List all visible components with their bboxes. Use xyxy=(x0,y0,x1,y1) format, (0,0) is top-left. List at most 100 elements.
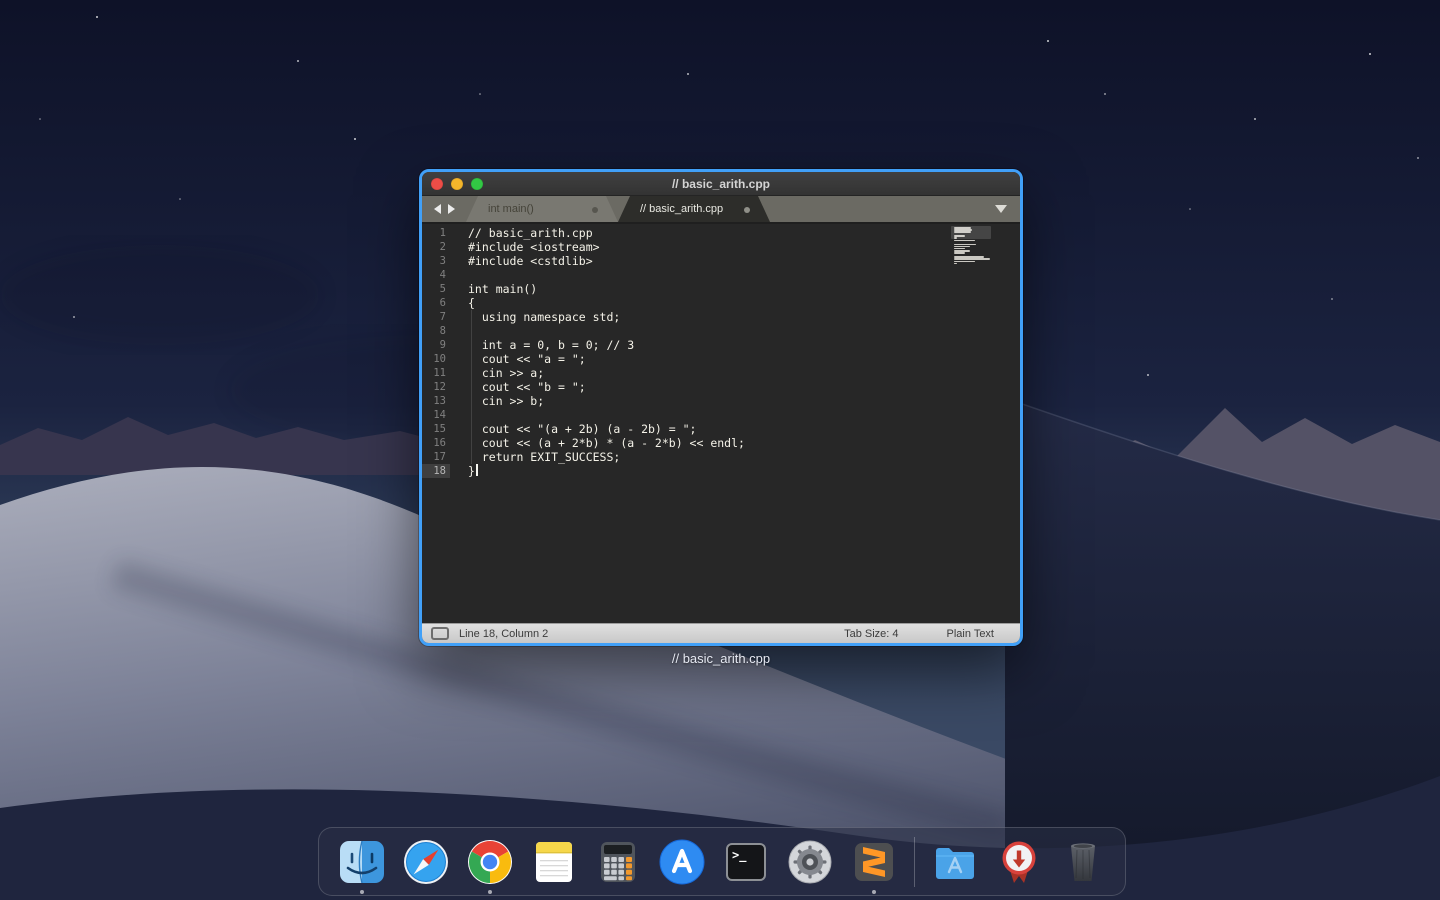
downloads-icon xyxy=(995,838,1043,886)
syntax-indicator[interactable]: Plain Text xyxy=(947,628,995,640)
code-line[interactable]: 11 cin >> a; xyxy=(422,366,1020,380)
desktop: // basic_arith.cpp int main() // basic_ar… xyxy=(0,0,1440,900)
line-number: 2 xyxy=(422,240,450,254)
terminal-icon: >_ xyxy=(722,838,770,886)
dock-item-calculator[interactable] xyxy=(594,838,642,886)
code-line[interactable]: 6{ xyxy=(422,296,1020,310)
code-text: #include <iostream> xyxy=(450,240,600,254)
running-indicator-dot xyxy=(360,890,364,894)
code-line[interactable]: 3#include <cstdlib> xyxy=(422,254,1020,268)
code-text: #include <cstdlib> xyxy=(450,254,593,268)
prev-tab-icon[interactable] xyxy=(434,204,441,214)
dock-item-safari[interactable] xyxy=(402,838,450,886)
line-number: 14 xyxy=(422,408,450,422)
chrome-icon xyxy=(466,838,514,886)
line-number: 5 xyxy=(422,282,450,296)
cursor-position: Line 18, Column 2 xyxy=(459,628,548,640)
sublime-window[interactable]: // basic_arith.cpp int main() // basic_ar… xyxy=(419,169,1023,646)
line-number: 8 xyxy=(422,324,450,338)
line-number: 9 xyxy=(422,338,450,352)
window-caption: // basic_arith.cpp xyxy=(419,651,1023,666)
next-tab-icon[interactable] xyxy=(448,204,455,214)
code-text: cin >> b; xyxy=(450,394,544,408)
code-text: { xyxy=(450,296,475,310)
panel-toggle-icon[interactable] xyxy=(431,627,449,640)
tab-bar: int main() // basic_arith.cpp xyxy=(422,196,1020,224)
code-line[interactable]: 9 int a = 0, b = 0; // 3 xyxy=(422,338,1020,352)
code-line[interactable]: 4 xyxy=(422,268,1020,282)
dock-item-trash[interactable] xyxy=(1059,838,1107,886)
line-number: 11 xyxy=(422,366,450,380)
dock-item-applications-folder[interactable] xyxy=(931,838,979,886)
code-line[interactable]: 17 return EXIT_SUCCESS; xyxy=(422,450,1020,464)
code-line[interactable]: 12 cout << "b = "; xyxy=(422,380,1020,394)
code-text: cout << (a + 2*b) * (a - 2*b) << endl; xyxy=(450,436,745,450)
minimap-line xyxy=(954,242,956,244)
code-line[interactable]: 15 cout << "(a + 2b) (a - 2b) = "; xyxy=(422,422,1020,436)
code-line[interactable]: 18} xyxy=(422,464,1020,478)
tab-label: // basic_arith.cpp xyxy=(640,203,723,215)
tab-modified-dot[interactable] xyxy=(744,207,750,213)
code-text: // basic_arith.cpp xyxy=(450,226,593,240)
code-text xyxy=(450,408,468,422)
title-bar[interactable]: // basic_arith.cpp xyxy=(422,172,1020,196)
minimap-line xyxy=(954,258,990,260)
tab-modified-dot[interactable] xyxy=(592,207,598,213)
code-line[interactable]: 5int main() xyxy=(422,282,1020,296)
dock: >_ xyxy=(318,827,1126,896)
dock-item-notes[interactable] xyxy=(530,838,578,886)
status-bar: Line 18, Column 2 Tab Size: 4 Plain Text xyxy=(422,623,1020,643)
dock-item-sublime-text[interactable] xyxy=(850,838,898,886)
code-text xyxy=(450,268,468,282)
code-text: int main() xyxy=(450,282,537,296)
dock-item-finder[interactable] xyxy=(338,838,386,886)
dock-item-system-preferences[interactable] xyxy=(786,838,834,886)
dock-item-chrome[interactable] xyxy=(466,838,514,886)
safari-icon xyxy=(402,838,450,886)
line-number: 6 xyxy=(422,296,450,310)
code-line[interactable]: 2#include <iostream> xyxy=(422,240,1020,254)
line-number: 7 xyxy=(422,310,450,324)
line-number: 17 xyxy=(422,450,450,464)
line-number: 4 xyxy=(422,268,450,282)
line-number: 3 xyxy=(422,254,450,268)
dock-divider xyxy=(914,837,915,887)
code-line[interactable]: 13 cin >> b; xyxy=(422,394,1020,408)
tab-int-main[interactable]: int main() xyxy=(466,196,618,222)
code-area[interactable]: 1// basic_arith.cpp2#include <iostream>3… xyxy=(422,224,1020,623)
window-title: // basic_arith.cpp xyxy=(422,172,1020,196)
calculator-icon xyxy=(594,838,642,886)
line-number: 10 xyxy=(422,352,450,366)
line-number: 16 xyxy=(422,436,450,450)
applications-folder-icon xyxy=(931,838,979,886)
code-text: return EXIT_SUCCESS; xyxy=(450,450,620,464)
app-store-icon xyxy=(658,838,706,886)
dock-item-terminal[interactable]: >_ xyxy=(722,838,770,886)
tab-basic-arith[interactable]: // basic_arith.cpp xyxy=(618,196,770,222)
minimap-viewport[interactable] xyxy=(951,226,991,239)
code-text: } xyxy=(450,464,475,478)
svg-text:>_: >_ xyxy=(732,848,747,863)
finder-icon xyxy=(338,838,386,886)
dock-item-app-store[interactable] xyxy=(658,838,706,886)
code-text: cin >> a; xyxy=(450,366,544,380)
text-cursor xyxy=(476,464,478,476)
system-preferences-icon xyxy=(786,838,834,886)
code-line[interactable]: 14 xyxy=(422,408,1020,422)
minimap-line xyxy=(954,261,975,263)
code-line[interactable]: 7 using namespace std; xyxy=(422,310,1020,324)
dock-item-downloads[interactable] xyxy=(995,838,1043,886)
minimap[interactable] xyxy=(954,227,1004,265)
line-number: 13 xyxy=(422,394,450,408)
tab-list-dropdown-icon[interactable] xyxy=(995,205,1007,213)
tab-size-indicator[interactable]: Tab Size: 4 xyxy=(844,628,898,640)
code-line[interactable]: 10 cout << "a = "; xyxy=(422,352,1020,366)
running-indicator-dot xyxy=(488,890,492,894)
code-line[interactable]: 16 cout << (a + 2*b) * (a - 2*b) << endl… xyxy=(422,436,1020,450)
code-line[interactable]: 1// basic_arith.cpp xyxy=(422,226,1020,240)
tab-label: int main() xyxy=(488,203,534,215)
indent-guide xyxy=(471,310,472,464)
line-number: 18 xyxy=(422,464,450,478)
trash-icon xyxy=(1059,838,1107,886)
code-line[interactable]: 8 xyxy=(422,324,1020,338)
